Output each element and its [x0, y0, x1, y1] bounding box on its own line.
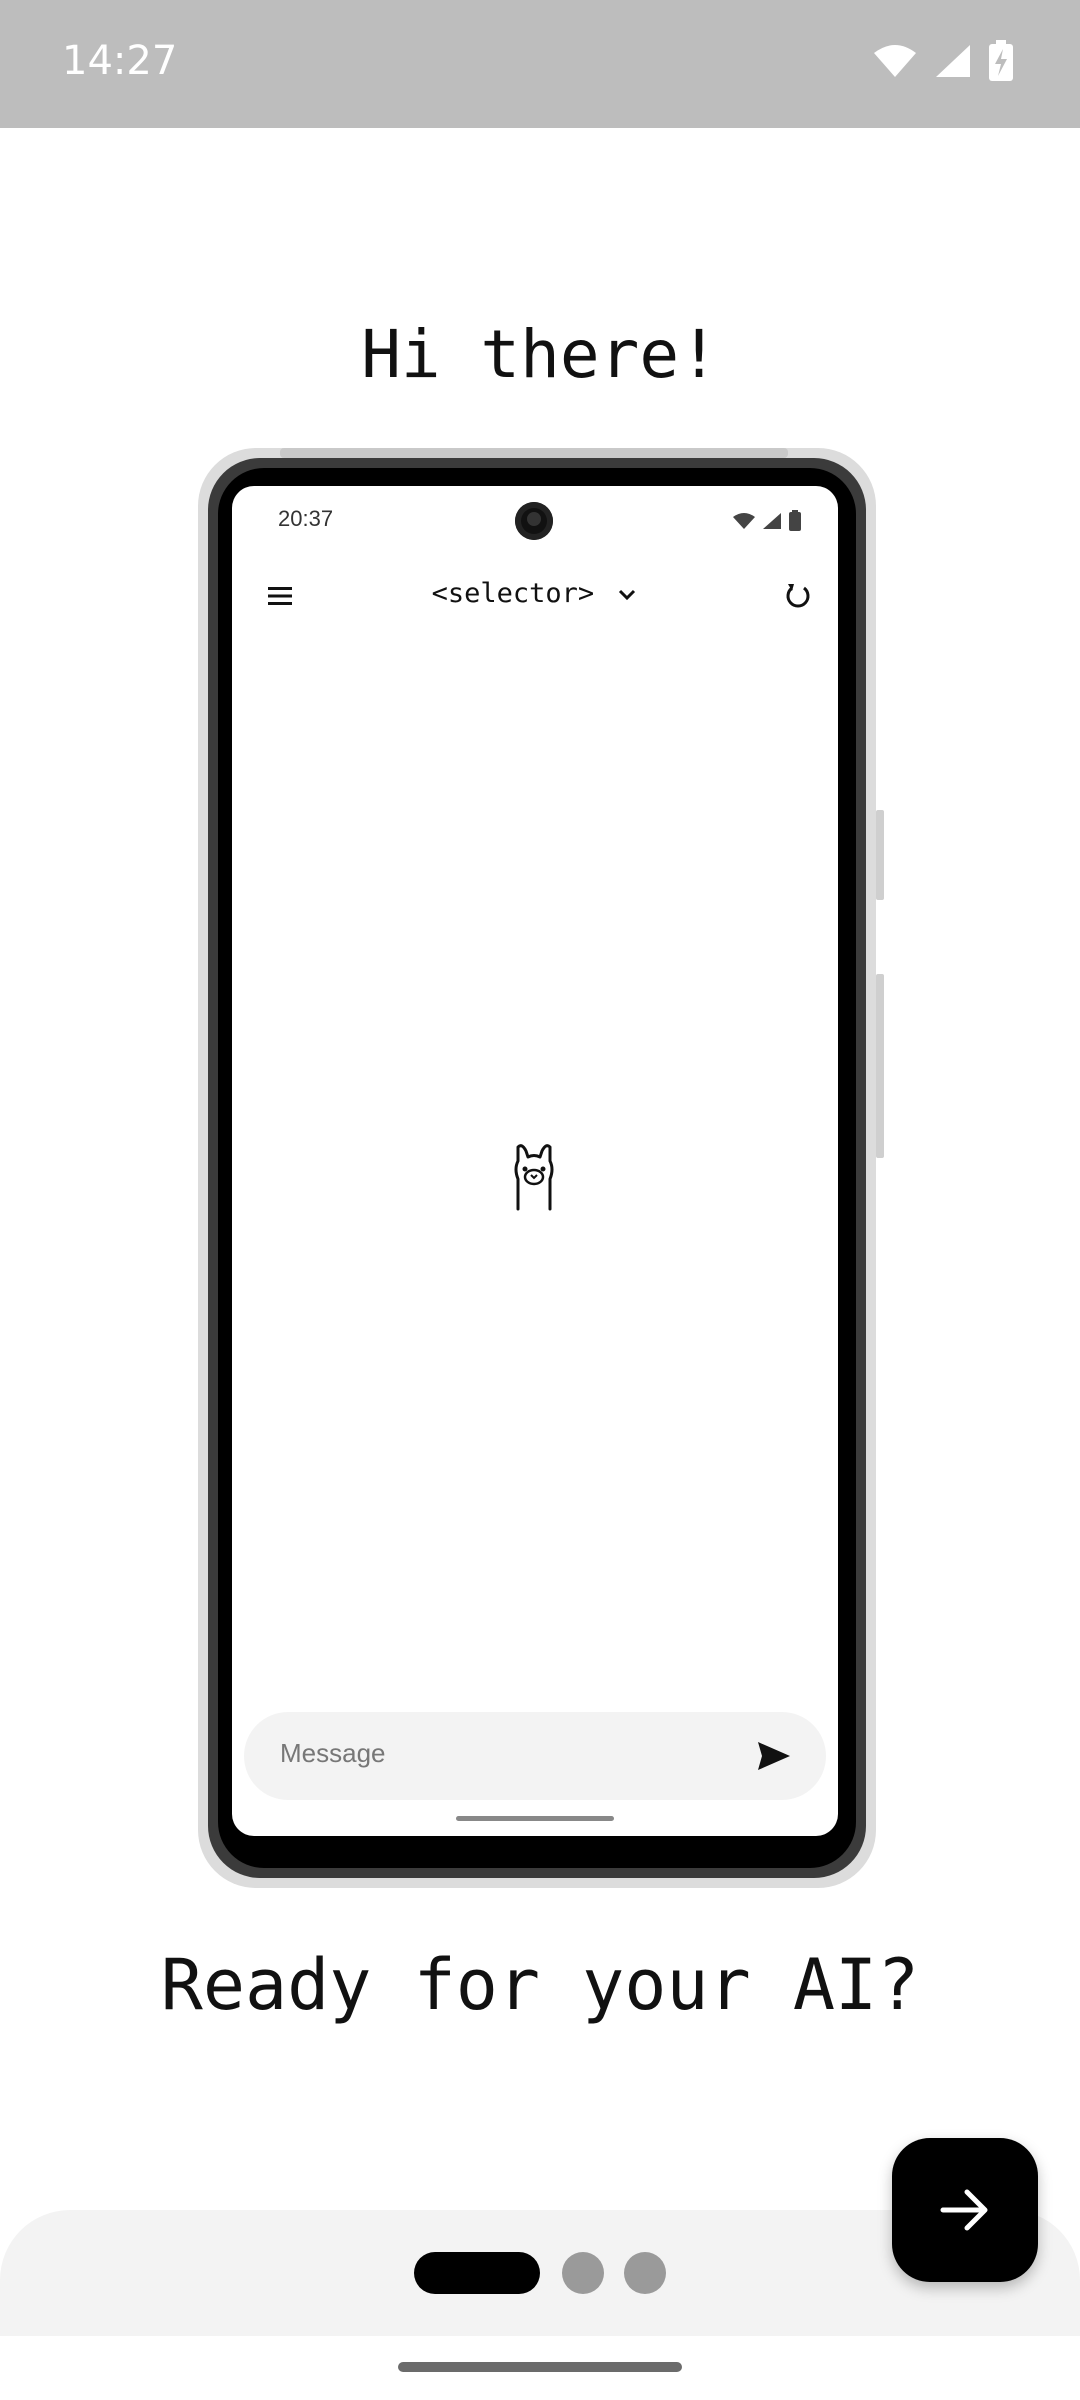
refresh-icon: [786, 584, 810, 608]
next-button[interactable]: [892, 2138, 1038, 2282]
battery-charging-icon: [989, 40, 1013, 81]
signal-icon: [763, 513, 781, 529]
status-time: 14:27: [62, 38, 178, 84]
model-selector: <selector>: [232, 578, 838, 609]
preview-status-time: 20:37: [278, 506, 334, 531]
page-dot-3[interactable]: [624, 2252, 666, 2294]
preview-app-bar: <selector>: [232, 566, 838, 626]
arrow-right-icon: [940, 2189, 988, 2231]
wifi-icon: [733, 513, 755, 529]
phone-screen: 20:37 <selector> Message: [232, 486, 838, 1836]
signal-icon: [936, 45, 970, 77]
status-bar: 14:27: [0, 0, 1080, 128]
message-input: Message: [244, 1712, 826, 1800]
greeting-title: Hi there!: [361, 316, 719, 393]
llama-icon: [514, 1144, 554, 1211]
chevron-down-icon: [619, 589, 636, 600]
phone-volume-button: [876, 974, 884, 1158]
battery-icon: [789, 510, 801, 531]
selector-label: <selector>: [431, 578, 595, 609]
wifi-icon: [874, 45, 916, 77]
camera-icon: [515, 502, 553, 540]
page-dot-2[interactable]: [562, 2252, 604, 2294]
preview-status-bar: 20:37: [232, 486, 838, 546]
phone-top-edge: [280, 448, 788, 458]
preview-status-icons: [732, 510, 802, 532]
tagline: Ready for your AI?: [160, 1944, 920, 2026]
page-dot-1-active[interactable]: [414, 2252, 540, 2294]
gesture-bar[interactable]: [398, 2362, 682, 2372]
preview-gesture-bar: [456, 1816, 614, 1821]
phone-power-button: [876, 810, 884, 900]
status-icons: [872, 40, 1014, 82]
phone-mockup: 20:37 <selector> Message: [198, 448, 884, 1888]
message-placeholder: Message: [280, 1738, 386, 1768]
send-icon: [758, 1742, 790, 1770]
